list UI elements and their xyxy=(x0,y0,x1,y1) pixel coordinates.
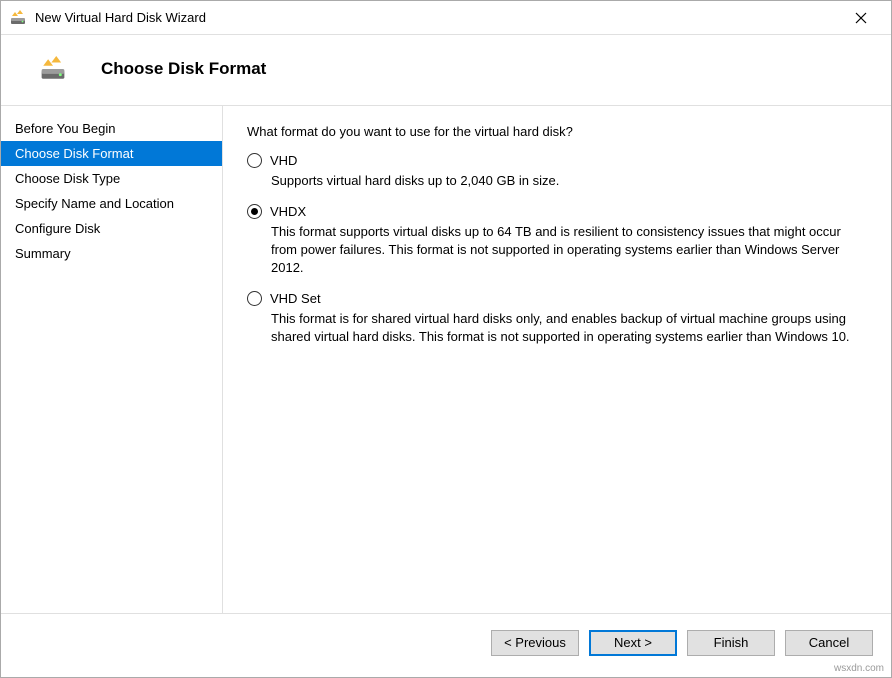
app-icon xyxy=(9,9,27,27)
close-button[interactable] xyxy=(841,4,881,32)
step-configure-disk[interactable]: Configure Disk xyxy=(1,216,222,241)
previous-button[interactable]: < Previous xyxy=(491,630,579,656)
step-before-you-begin[interactable]: Before You Begin xyxy=(1,116,222,141)
option-vhdx-row[interactable]: VHDX xyxy=(247,204,865,219)
wizard-content: What format do you want to use for the v… xyxy=(223,106,891,613)
option-vhdset-desc: This format is for shared virtual hard d… xyxy=(271,310,865,346)
step-label: Summary xyxy=(15,246,71,261)
option-vhd: VHD Supports virtual hard disks up to 2,… xyxy=(247,153,865,190)
wizard-footer: < Previous Next > Finish Cancel xyxy=(1,613,891,671)
page-title: Choose Disk Format xyxy=(101,59,266,79)
option-vhdx: VHDX This format supports virtual disks … xyxy=(247,204,865,277)
step-label: Choose Disk Type xyxy=(15,171,120,186)
option-vhd-desc: Supports virtual hard disks up to 2,040 … xyxy=(271,172,865,190)
option-vhdset-row[interactable]: VHD Set xyxy=(247,291,865,306)
radio-vhdset[interactable] xyxy=(247,291,262,306)
step-summary[interactable]: Summary xyxy=(1,241,222,266)
step-specify-name-location[interactable]: Specify Name and Location xyxy=(1,191,222,216)
option-vhdx-label: VHDX xyxy=(270,204,306,219)
wizard-body: Before You Begin Choose Disk Format Choo… xyxy=(1,106,891,613)
step-label: Before You Begin xyxy=(15,121,115,136)
radio-vhd[interactable] xyxy=(247,153,262,168)
wizard-sidebar: Before You Begin Choose Disk Format Choo… xyxy=(1,106,223,613)
close-icon xyxy=(855,12,867,24)
option-vhdset-label: VHD Set xyxy=(270,291,321,306)
next-button[interactable]: Next > xyxy=(589,630,677,656)
step-label: Configure Disk xyxy=(15,221,100,236)
option-vhdset: VHD Set This format is for shared virtua… xyxy=(247,291,865,346)
finish-button[interactable]: Finish xyxy=(687,630,775,656)
step-choose-disk-format[interactable]: Choose Disk Format xyxy=(1,141,222,166)
cancel-button[interactable]: Cancel xyxy=(785,630,873,656)
format-prompt: What format do you want to use for the v… xyxy=(247,124,865,139)
step-choose-disk-type[interactable]: Choose Disk Type xyxy=(1,166,222,191)
option-vhdx-desc: This format supports virtual disks up to… xyxy=(271,223,865,277)
step-label: Specify Name and Location xyxy=(15,196,174,211)
wizard-icon xyxy=(39,55,67,83)
radio-vhdx[interactable] xyxy=(247,204,262,219)
option-vhd-label: VHD xyxy=(270,153,297,168)
window-title: New Virtual Hard Disk Wizard xyxy=(35,10,841,25)
titlebar: New Virtual Hard Disk Wizard xyxy=(1,1,891,35)
step-label: Choose Disk Format xyxy=(15,146,133,161)
wizard-header: Choose Disk Format xyxy=(1,35,891,106)
option-vhd-row[interactable]: VHD xyxy=(247,153,865,168)
